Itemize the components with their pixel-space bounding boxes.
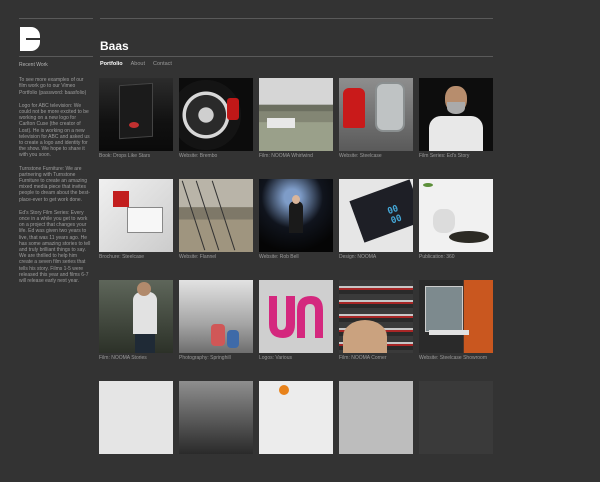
portfolio-thumbnail[interactable] [259,280,333,353]
portfolio-caption[interactable]: Publication: 360 [419,254,493,260]
sidebar-divider [19,56,93,57]
portfolio-item[interactable]: 00 00 Design: NOOMA [339,179,413,280]
portfolio-caption[interactable]: Film: NOOMA Stories [99,355,173,361]
sidebar: Recent Work To see more examples of our … [19,62,91,291]
portfolio-thumbnail[interactable] [419,78,493,151]
portfolio-thumbnail[interactable] [99,78,173,151]
portfolio-thumbnail[interactable] [99,381,173,454]
portfolio-caption[interactable]: Website: Brembo [179,153,253,159]
sidebar-turnstone-text: Turnstone Furniture: We are partnering w… [19,165,90,203]
portfolio-thumbnail[interactable] [179,78,253,151]
sidebar-vimeo-text: To see more examples of our film work go… [19,77,87,96]
portfolio-item[interactable] [419,381,493,482]
portfolio-item[interactable]: Film: NOOMA Whirlwind [259,78,333,179]
portfolio-caption[interactable]: Website: Steelcase Showroom [419,355,493,361]
header-top-rule [100,18,493,19]
portfolio-item[interactable] [179,381,253,482]
portfolio-item[interactable]: Website: Brembo [179,78,253,179]
portfolio-item[interactable]: Website: Rob Bell [259,179,333,280]
portfolio-thumbnail[interactable] [419,381,493,454]
portfolio-thumbnail[interactable] [259,381,333,454]
portfolio-thumbnail[interactable] [99,179,173,252]
portfolio-item[interactable]: Film Series: Ed's Story [419,78,493,179]
recent-work-heading[interactable]: Recent Work [19,62,91,68]
site-title[interactable]: Baas [100,39,129,53]
header-divider [100,56,493,57]
portfolio-item[interactable]: Book: Drops Like Stars [99,78,173,179]
nav-contact[interactable]: Contact [153,61,172,67]
portfolio-caption[interactable]: Website: Steelcase [339,153,413,159]
nav-about[interactable]: About [131,61,145,67]
brand-logo[interactable] [20,27,40,51]
portfolio-item[interactable]: Film: NOOMA Corner [339,280,413,381]
portfolio-grid: Book: Drops Like Stars Website: Brembo F… [99,78,495,482]
portfolio-item[interactable]: Website: Steelcase [339,78,413,179]
portfolio-thumbnail[interactable] [339,280,413,353]
sidebar-top-rule [19,18,93,19]
portfolio-thumbnail[interactable] [419,280,493,353]
portfolio-item[interactable]: Website: Steelcase Showroom [419,280,493,381]
portfolio-item[interactable] [259,381,333,482]
portfolio-caption[interactable]: Photography: Springhill [179,355,253,361]
portfolio-caption[interactable]: Brochure: Steelcase [99,254,173,260]
portfolio-thumbnail[interactable] [179,381,253,454]
portfolio-thumbnail[interactable] [259,179,333,252]
sidebar-abc-text: Logo for ABC television: We could not be… [19,102,90,159]
portfolio-caption[interactable]: Logos: Various [259,355,333,361]
portfolio-item[interactable]: Film: NOOMA Stories [99,280,173,381]
portfolio-caption[interactable]: Website: Rob Bell [259,254,333,260]
portfolio-item[interactable]: Brochure: Steelcase [99,179,173,280]
portfolio-thumbnail[interactable] [179,280,253,353]
portfolio-caption[interactable]: Website: Flannel [179,254,253,260]
portfolio-thumbnail[interactable] [259,78,333,151]
portfolio-thumbnail[interactable]: 00 00 [339,179,413,252]
portfolio-item[interactable]: Photography: Springhill [179,280,253,381]
portfolio-thumbnail[interactable] [179,179,253,252]
portfolio-thumbnail[interactable] [339,78,413,151]
portfolio-item[interactable] [339,381,413,482]
portfolio-item[interactable]: Website: Flannel [179,179,253,280]
portfolio-thumbnail[interactable] [419,179,493,252]
portfolio-item[interactable]: Logos: Various [259,280,333,381]
portfolio-caption[interactable]: Design: NOOMA [339,254,413,260]
portfolio-item[interactable] [99,381,173,482]
portfolio-item[interactable]: Publication: 360 [419,179,493,280]
nav-portfolio[interactable]: Portfolio [100,61,123,67]
portfolio-caption[interactable]: Film Series: Ed's Story [419,153,493,159]
portfolio-caption[interactable]: Film: NOOMA Whirlwind [259,153,333,159]
portfolio-thumbnail[interactable] [339,381,413,454]
portfolio-caption[interactable]: Film: NOOMA Corner [339,355,413,361]
sidebar-eds-story-text: Ed's Story Film Series: Every once in a … [19,209,91,285]
portfolio-thumbnail[interactable] [99,280,173,353]
logo-mark-icon [269,296,323,338]
portfolio-caption[interactable]: Book: Drops Like Stars [99,153,173,159]
main-nav: Portfolio About Contact [100,61,172,67]
